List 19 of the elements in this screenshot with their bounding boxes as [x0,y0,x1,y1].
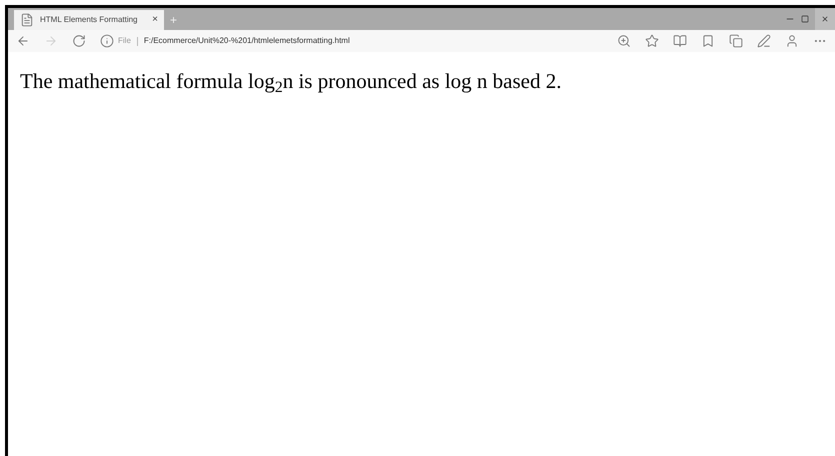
browser-tab[interactable]: HTML Elements Formatting × [14,10,164,30]
close-icon [821,15,829,23]
page-icon[interactable] [20,13,34,27]
scheme-label: File [118,35,131,47]
refresh-icon[interactable] [72,34,86,48]
star-icon[interactable] [645,34,659,48]
info-icon[interactable] [100,34,114,48]
reading-icon[interactable] [673,34,687,48]
profile-icon[interactable] [785,34,799,48]
close-button[interactable] [815,8,835,30]
pen-icon[interactable] [757,34,771,48]
tab-title: HTML Elements Formatting [40,14,139,26]
tab-close-button[interactable]: × [152,15,158,25]
paragraph: The mathematical formula log$_{2}$n is pronounced as log n based 2. [20,68,562,98]
url-text[interactable]: F:/Ecommerce/Unit%20-%201/htmlelemetsformatting.html [144,35,350,47]
zoom-icon[interactable] [617,34,631,48]
favorites-icon[interactable] [701,34,715,48]
back-icon[interactable] [16,34,30,48]
maximize-icon[interactable] [801,15,809,23]
